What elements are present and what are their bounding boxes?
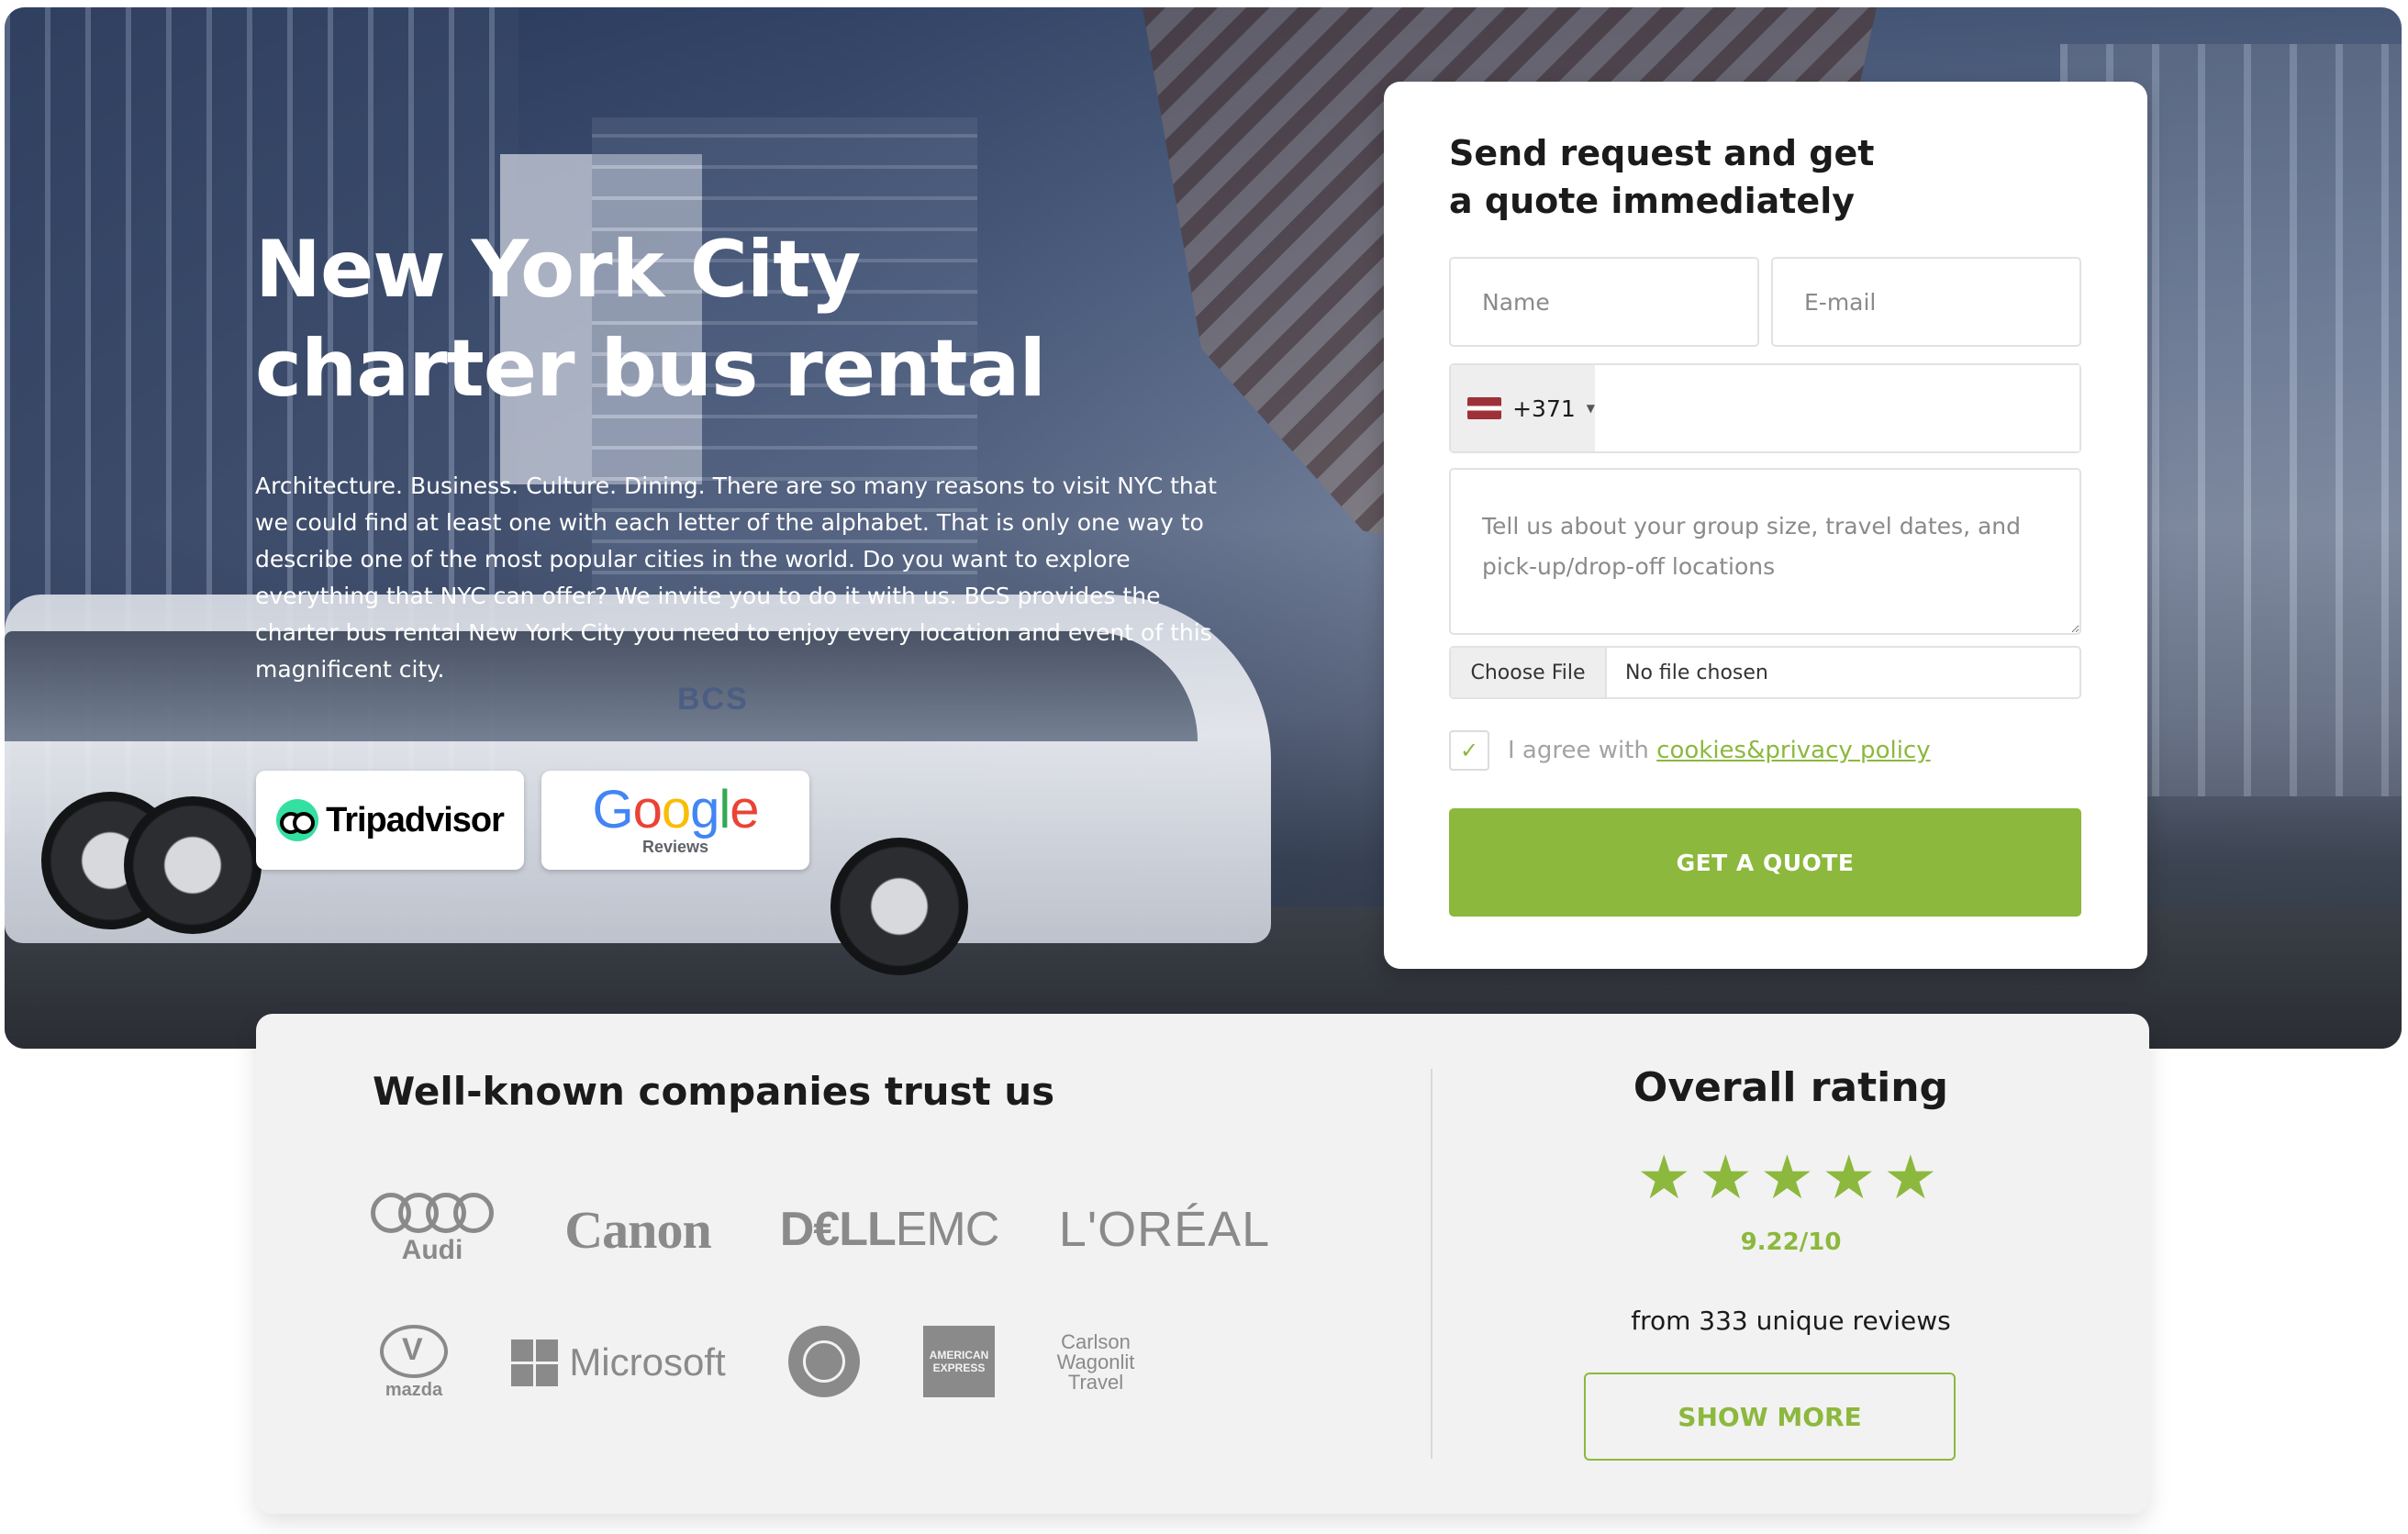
title-line-1: New York City [255, 224, 861, 316]
latvia-flag-icon [1467, 397, 1502, 419]
privacy-policy-link[interactable]: cookies&privacy policy [1656, 737, 1930, 764]
name-field[interactable] [1449, 257, 1759, 347]
phone-input[interactable] [1595, 365, 2079, 451]
bus-wheel [831, 838, 968, 975]
agree-checkbox[interactable]: ✓ [1449, 730, 1489, 771]
rating-score: 9.22/10 [1740, 1228, 1842, 1256]
microsoft-logo: Microsoft [508, 1330, 729, 1395]
email-field[interactable] [1771, 257, 2081, 347]
tripadvisor-logo: Tripadvisor [276, 799, 505, 841]
get-quote-button[interactable]: GET A QUOTE [1449, 808, 2081, 917]
carlson-wagonlit-logo: Carlson Wagonlit Travel [1056, 1330, 1135, 1394]
tripadvisor-owl-icon [276, 799, 319, 841]
tripadvisor-badge[interactable]: Tripadvisor [256, 771, 524, 870]
title-highlight: New York City [255, 220, 863, 319]
amex-logo: AMERICAN EXPRESS [923, 1326, 995, 1397]
show-more-button[interactable]: SHOW MORE [1584, 1373, 1956, 1461]
mazda-logo: mazda [373, 1321, 455, 1404]
caret-down-icon: ▼ [1586, 402, 1595, 415]
canon-logo: Canon [564, 1199, 711, 1260]
agree-row: ✓ I agree with cookies&privacy policy [1449, 730, 1931, 771]
google-wordmark: Google [592, 779, 759, 839]
check-icon: ✓ [1459, 738, 1479, 763]
google-reviews-badge[interactable]: Google Reviews ★★★★★ [541, 771, 2106, 915]
audi-logo: Audi [371, 1188, 494, 1271]
starbucks-siren-icon [803, 1340, 845, 1383]
country-code-value: +371 [1512, 395, 1576, 422]
hero-description: Architecture. Business. Culture. Dining.… [255, 472, 1217, 683]
file-upload[interactable]: Choose File No file chosen [1449, 646, 2081, 699]
review-count: from 333 unique reviews [1631, 1306, 1951, 1336]
title-line-2: charter bus rental [255, 323, 1046, 415]
agree-label: I agree with cookies&privacy policy [1508, 737, 1931, 764]
tripadvisor-wordmark: Tripadvisor [326, 800, 505, 839]
trust-panel: Well-known companies trust us Audi Canon… [256, 1014, 2149, 1514]
trust-divider [1431, 1069, 1433, 1459]
audi-rings-icon [371, 1193, 494, 1233]
dell-emc-logo: D€LL EMC [779, 1203, 1000, 1256]
message-field[interactable] [1449, 468, 2081, 635]
quote-form: Send request and get a quote immediately … [1384, 82, 2147, 969]
rating-stars-icon: ★★★★★ [1636, 1142, 1945, 1213]
file-status: No file chosen [1625, 661, 1768, 684]
country-code-select[interactable]: +371 ▼ [1451, 365, 1595, 451]
form-title: Send request and get a quote immediately [1449, 133, 1875, 221]
google-reviews-label: Reviews ★★★★★ [642, 838, 2106, 915]
choose-file-button[interactable]: Choose File [1451, 648, 1607, 697]
trust-title: Well-known companies trust us [373, 1069, 1055, 1114]
starbucks-logo [788, 1326, 860, 1397]
page-title: New York City charter bus rental [255, 220, 1046, 418]
bus-wheel [124, 796, 262, 934]
phone-field-group: +371 ▼ [1449, 363, 2081, 453]
mazda-emblem-icon [380, 1324, 448, 1378]
microsoft-windows-icon [511, 1339, 559, 1386]
rating-title: Overall rating [1633, 1064, 1949, 1111]
loreal-logo: L'ORÉAL [1058, 1202, 1271, 1257]
